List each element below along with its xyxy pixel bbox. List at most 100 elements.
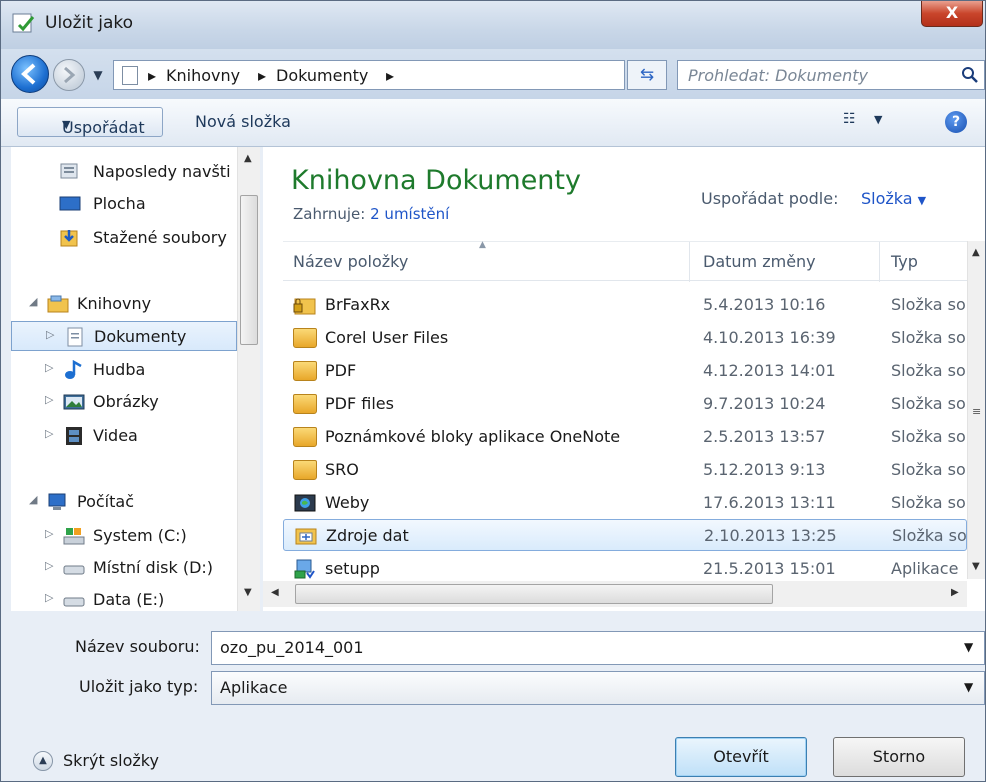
- collapsed-arrow-icon[interactable]: ▷: [46, 328, 54, 341]
- help-icon[interactable]: ?: [945, 111, 967, 133]
- tree-scrollbar[interactable]: ▲ ▼: [237, 147, 260, 611]
- expanded-arrow-icon[interactable]: ◢: [29, 493, 37, 506]
- open-button[interactable]: Otevřít: [675, 737, 807, 777]
- pictures-icon: [63, 394, 85, 410]
- data-sources-icon: [295, 528, 317, 545]
- file-list-scrollbar[interactable]: ▲ ≡ ▼: [967, 241, 985, 579]
- tree-label: Počítač: [77, 492, 134, 511]
- file-list-hscrollbar[interactable]: ◀ ▶: [263, 581, 967, 607]
- organize-label: Uspořádat: [62, 118, 145, 137]
- refresh-button[interactable]: ⇆: [627, 60, 667, 90]
- file-row-selected[interactable]: Zdroje dat 2.10.2013 13:25 Složka so: [283, 519, 967, 551]
- includes-label: Zahrnuje:: [293, 205, 366, 223]
- filename-input[interactable]: ozo_pu_2014_001 ▼: [211, 631, 985, 665]
- search-input[interactable]: Prohledat: Dokumenty: [677, 60, 985, 90]
- arrange-by-dropdown[interactable]: Složka ▼: [861, 189, 926, 208]
- tree-label: System (C:): [93, 526, 187, 545]
- scroll-left-icon[interactable]: ◀: [271, 587, 279, 598]
- change-view-button[interactable]: ☷ ▼: [843, 111, 882, 127]
- file-row[interactable]: Poznámkové bloky aplikace OneNote 2.5.20…: [283, 421, 967, 453]
- collapsed-arrow-icon[interactable]: ▷: [45, 559, 53, 572]
- hscroll-thumb[interactable]: [295, 584, 773, 604]
- tree-item-pictures[interactable]: ▷ Obrázky: [11, 387, 237, 417]
- file-row[interactable]: Weby 17.6.2013 13:11 Složka so: [283, 487, 967, 519]
- save-as-dialog: Uložit jako X ▼ ▸ Knihovny ▸ Dokumenty ▸…: [0, 0, 986, 782]
- collapsed-arrow-icon[interactable]: ▷: [45, 591, 53, 604]
- libraries-icon: [47, 295, 69, 313]
- filetype-value: Aplikace: [220, 678, 288, 697]
- organize-button[interactable]: Uspořádat ▼: [17, 107, 163, 137]
- file-date: 4.12.2013 14:01: [703, 361, 836, 380]
- column-header: ▲ Název položky Datum změny Typ: [283, 240, 985, 282]
- tree-item-computer[interactable]: ◢ Počítač: [11, 487, 237, 517]
- file-type: Složka so: [892, 526, 967, 545]
- file-row[interactable]: Corel User Files 4.10.2013 16:39 Složka …: [283, 322, 967, 354]
- tree-label: Videa: [93, 426, 138, 445]
- tree-item-documents[interactable]: ▷ Dokumenty: [11, 321, 237, 351]
- collapsed-arrow-icon[interactable]: ▷: [45, 427, 53, 440]
- library-includes: Zahrnuje: 2 umístění: [293, 205, 449, 223]
- tree-item-music[interactable]: ▷ Hudba: [11, 355, 237, 385]
- tree-item-recent-places[interactable]: Naposledy navšti: [11, 157, 237, 187]
- tree-item-local-disk[interactable]: ▷ Místní disk (D:): [11, 553, 237, 583]
- chevron-down-icon: ▼: [874, 113, 883, 126]
- tree-scroll-thumb[interactable]: [240, 195, 258, 345]
- file-date: 17.6.2013 13:11: [703, 493, 836, 512]
- file-name: SRO: [325, 460, 359, 479]
- search-icon[interactable]: [960, 65, 980, 85]
- file-row[interactable]: BrFaxRx 5.4.2013 10:16 Složka so: [283, 289, 967, 321]
- address-bar[interactable]: ▸ Knihovny ▸ Dokumenty ▸ ▼: [113, 60, 723, 90]
- forward-button[interactable]: [53, 59, 85, 91]
- column-date[interactable]: Datum změny: [703, 252, 816, 271]
- locked-folder-icon: [293, 298, 316, 315]
- close-button[interactable]: X: [921, 1, 983, 27]
- scroll-down-icon[interactable]: ▼: [244, 587, 252, 598]
- file-name: Poznámkové bloky aplikace OneNote: [325, 427, 621, 446]
- scroll-right-icon[interactable]: ▶: [951, 587, 959, 598]
- file-type: Složka so: [891, 295, 966, 314]
- collapsed-arrow-icon[interactable]: ▷: [45, 527, 53, 540]
- chevron-down-icon: ▼: [917, 194, 927, 207]
- folder-icon: [293, 361, 317, 381]
- column-divider[interactable]: [689, 242, 690, 282]
- scroll-down-icon[interactable]: ▼: [972, 561, 980, 572]
- file-date: 21.5.2013 15:01: [703, 559, 836, 578]
- chevron-down-icon[interactable]: ▼: [964, 680, 973, 694]
- expanded-arrow-icon[interactable]: ◢: [29, 295, 37, 308]
- breadcrumb-dokumenty[interactable]: Dokumenty: [276, 66, 368, 85]
- tree-item-system-drive[interactable]: ▷ System (C:): [11, 521, 237, 551]
- column-type[interactable]: Typ: [891, 252, 918, 271]
- tree-label: Hudba: [93, 360, 146, 379]
- document-icon: [122, 66, 138, 85]
- tree-label: Stažené soubory: [93, 228, 227, 247]
- arrow-right-icon: [64, 66, 76, 84]
- tree-item-libraries[interactable]: ◢ Knihovny: [11, 289, 237, 319]
- scroll-grip-icon[interactable]: ≡: [972, 405, 981, 418]
- scroll-up-icon[interactable]: ▲: [972, 247, 980, 258]
- new-folder-button[interactable]: Nová složka: [195, 112, 291, 131]
- tree-item-desktop[interactable]: Plocha: [11, 189, 237, 219]
- column-divider[interactable]: [879, 242, 880, 282]
- filetype-select[interactable]: Aplikace ▼: [211, 671, 985, 705]
- arrange-by-value: Složka: [861, 189, 913, 208]
- chevron-down-icon[interactable]: ▼: [964, 640, 973, 654]
- includes-locations-link[interactable]: 2 umístění: [370, 205, 449, 223]
- window-title: Uložit jako: [45, 13, 134, 33]
- file-row[interactable]: PDF 4.12.2013 14:01 Složka so: [283, 355, 967, 387]
- collapsed-arrow-icon[interactable]: ▷: [45, 393, 53, 406]
- file-name: Zdroje dat: [326, 526, 409, 545]
- file-name: setupp: [325, 559, 380, 578]
- breadcrumb-knihovny[interactable]: Knihovny: [166, 66, 240, 85]
- web-folder-icon: [294, 494, 316, 512]
- tree-item-downloads[interactable]: Stažené soubory: [11, 223, 237, 253]
- back-button[interactable]: [11, 55, 49, 93]
- column-name[interactable]: Název položky: [293, 252, 408, 271]
- collapsed-arrow-icon[interactable]: ▷: [45, 361, 53, 374]
- cancel-button[interactable]: Storno: [833, 737, 965, 777]
- scroll-up-icon[interactable]: ▲: [244, 153, 252, 164]
- file-row[interactable]: SRO 5.12.2013 9:13 Složka so: [283, 454, 967, 486]
- recent-pages-dropdown[interactable]: ▼: [87, 63, 109, 87]
- documents-icon: [67, 327, 83, 347]
- tree-item-videos[interactable]: ▷ Videa: [11, 421, 237, 451]
- file-row[interactable]: PDF files 9.7.2013 10:24 Složka so: [283, 388, 967, 420]
